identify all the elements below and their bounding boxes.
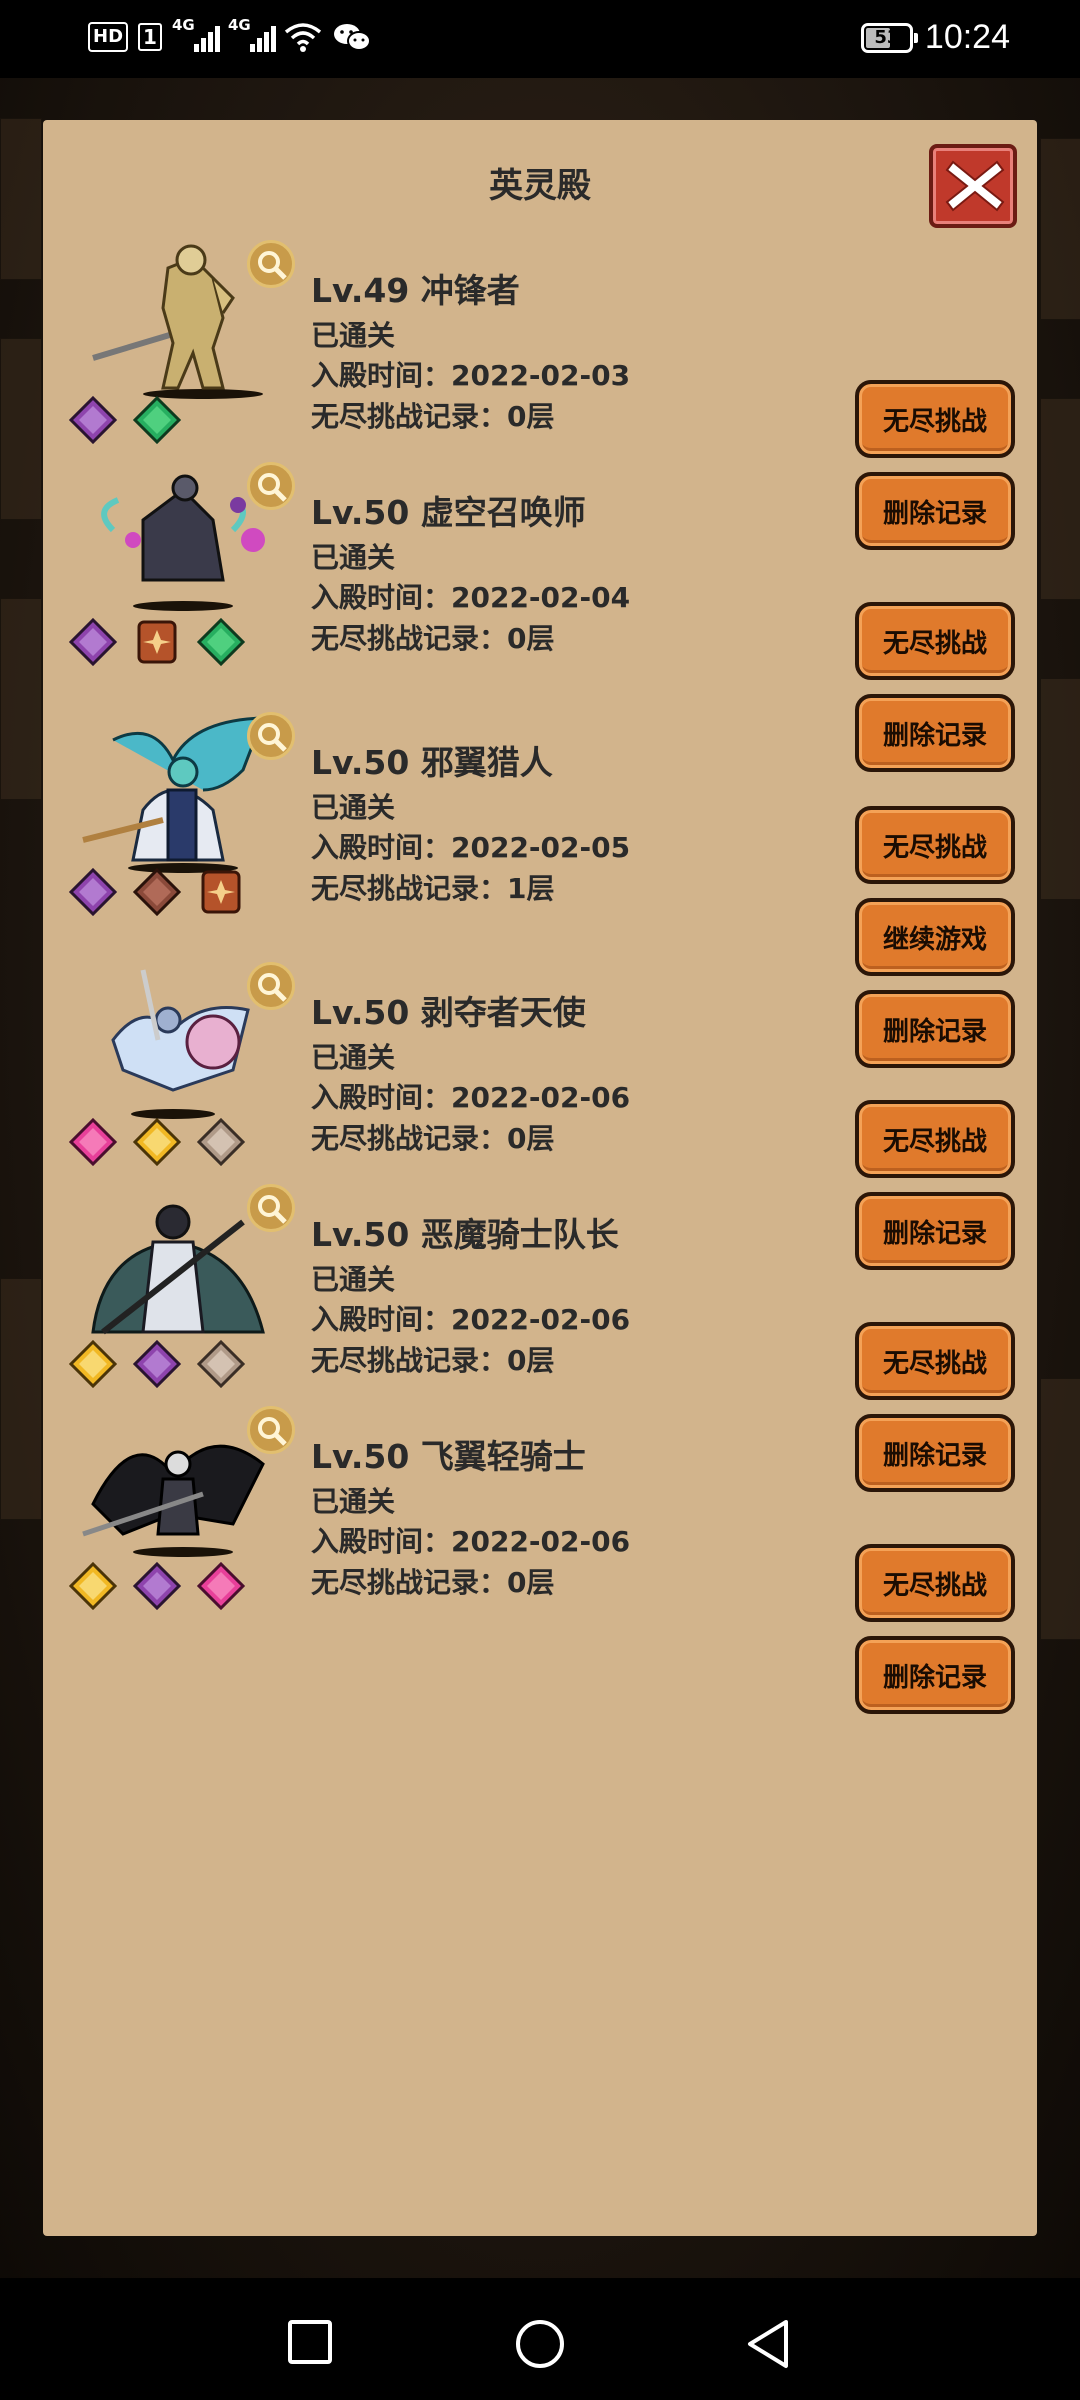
hero-name: Lv.49 冲锋者 — [311, 271, 520, 310]
purple-gem-icon — [69, 868, 117, 916]
hall-of-heroes-panel: 英灵殿 Lv.49 冲锋者 已通关 入殿时间：2022-02-03 无尽挑战记录… — [43, 120, 1037, 2236]
hero-endless-record: 无尽挑战记录：0层 — [311, 1122, 555, 1155]
hero-row: Lv.50 恶魔骑士队长 已通关 入殿时间：2022-02-06 无尽挑战记录：… — [43, 1182, 1037, 1492]
magnifier-icon — [258, 723, 287, 752]
magnifier-icon — [258, 1417, 287, 1446]
network-type-label: 4G — [171, 16, 195, 34]
system-nav-bar — [0, 2278, 1080, 2400]
hero-status: 已通关 — [311, 791, 396, 824]
hero-row: Lv.50 虚空召唤师 已通关 入殿时间：2022-02-04 无尽挑战记录：0… — [43, 460, 1037, 772]
clock: 10:24 — [924, 18, 1010, 56]
panel-title: 英灵殿 — [489, 166, 591, 206]
hero-portrait-winged-light-knight — [82, 1444, 265, 1557]
yellow-gem-icon — [69, 1562, 117, 1610]
purple-gem-icon — [69, 396, 117, 444]
signal-icon: 4G — [172, 16, 220, 54]
inspect-button[interactable] — [247, 240, 295, 288]
pink-gem-icon — [69, 1118, 117, 1166]
hero-name: Lv.50 剥夺者天使 — [311, 993, 586, 1032]
wechat-icon — [333, 24, 371, 51]
sim-icon: 1 — [138, 23, 162, 51]
endless-challenge-button[interactable]: 无尽挑战 — [855, 1322, 1015, 1400]
endless-challenge-button[interactable]: 无尽挑战 — [855, 380, 1015, 458]
signal-icon-2: 4G — [228, 16, 276, 54]
hero-name: Lv.50 虚空召唤师 — [311, 493, 586, 532]
magnifier-icon — [258, 473, 287, 502]
network-type-label-2: 4G — [227, 16, 251, 34]
hero-entry-date: 入殿时间：2022-02-06 — [311, 1525, 631, 1558]
endless-challenge-button[interactable]: 无尽挑战 — [855, 806, 1015, 884]
endless-challenge-button[interactable]: 无尽挑战 — [855, 1100, 1015, 1178]
close-button[interactable] — [929, 144, 1017, 228]
inspect-button[interactable] — [247, 1184, 295, 1232]
magnifier-icon — [258, 973, 287, 1002]
green-gem-icon — [197, 618, 245, 666]
battery-level: 53 — [874, 26, 900, 48]
delete-record-button[interactable]: 删除记录 — [855, 1636, 1015, 1714]
status-bar: HD 1 4G 4G 53 10:24 — [0, 0, 1080, 78]
hero-entry-date: 入殿时间：2022-02-03 — [311, 359, 631, 392]
hero-entry-date: 入殿时间：2022-02-05 — [311, 831, 631, 864]
rune-stone-icon — [201, 870, 241, 914]
wifi-icon — [284, 23, 322, 52]
home-icon[interactable] — [514, 2318, 566, 2370]
purple-gem-icon — [133, 1340, 181, 1388]
hero-endless-record: 无尽挑战记录：0层 — [311, 622, 555, 655]
hero-portrait-deprivation-angel — [111, 969, 250, 1119]
brown-gem-icon — [133, 868, 181, 916]
pink-gem-icon — [197, 1562, 245, 1610]
status-left: HD 1 4G 4G — [88, 16, 372, 54]
hero-endless-record: 无尽挑战记录：0层 — [311, 400, 555, 433]
hd-icon: HD — [88, 22, 129, 52]
endless-challenge-button[interactable]: 无尽挑战 — [855, 1544, 1015, 1622]
hero-row: Lv.50 飞翼轻骑士 已通关 入殿时间：2022-02-06 无尽挑战记录：0… — [43, 1404, 1037, 1714]
purple-gem-icon — [133, 1562, 181, 1610]
inspect-button[interactable] — [247, 1406, 295, 1454]
yellow-gem-icon — [133, 1118, 181, 1166]
close-icon — [945, 160, 1005, 212]
hero-endless-record: 无尽挑战记录：0层 — [311, 1344, 555, 1377]
hero-status: 已通关 — [311, 1041, 396, 1074]
hero-endless-record: 无尽挑战记录：0层 — [311, 1566, 555, 1599]
hero-name: Lv.50 飞翼轻骑士 — [311, 1437, 586, 1476]
hero-entry-date: 入殿时间：2022-02-04 — [311, 581, 631, 614]
hero-row: Lv.49 冲锋者 已通关 入殿时间：2022-02-03 无尽挑战记录：0层 … — [43, 238, 1037, 550]
magnifier-icon — [258, 1195, 287, 1224]
yellow-gem-icon — [69, 1340, 117, 1388]
magnifier-icon — [258, 251, 287, 280]
back-icon[interactable] — [744, 2318, 792, 2370]
purple-gem-icon — [69, 618, 117, 666]
inspect-button[interactable] — [247, 712, 295, 760]
green-gem-icon — [133, 396, 181, 444]
hero-entry-date: 入殿时间：2022-02-06 — [311, 1081, 631, 1114]
battery-icon: 53 — [860, 22, 918, 53]
hero-status: 已通关 — [311, 541, 396, 574]
hero-portrait-void-summoner — [101, 474, 265, 611]
hero-endless-record: 无尽挑战记录：1层 — [311, 872, 555, 905]
hero-status: 已通关 — [311, 1485, 396, 1518]
inspect-button[interactable] — [247, 962, 295, 1010]
gray-gem-icon — [197, 1118, 245, 1166]
inspect-button[interactable] — [247, 462, 295, 510]
hero-entry-date: 入殿时间：2022-02-06 — [311, 1303, 631, 1336]
recent-apps-icon[interactable] — [286, 2318, 334, 2366]
rune-stone-icon — [137, 620, 177, 664]
gray-gem-icon — [197, 1340, 245, 1388]
hero-portrait-charger — [92, 244, 263, 399]
hero-name: Lv.50 恶魔骑士队长 — [311, 1215, 619, 1254]
hero-name: Lv.50 邪翼猎人 — [311, 743, 553, 782]
hero-status: 已通关 — [311, 1263, 396, 1296]
hero-portrait-evil-wing-hunter — [82, 716, 266, 873]
hero-status: 已通关 — [311, 319, 396, 352]
endless-challenge-button[interactable]: 无尽挑战 — [855, 602, 1015, 680]
hero-portrait-demon-knight-captain — [91, 1204, 265, 1335]
status-right: 53 10:24 — [860, 18, 1010, 57]
hero-row: Lv.50 剥夺者天使 已通关 入殿时间：2022-02-06 无尽挑战记录：0… — [43, 960, 1037, 1270]
